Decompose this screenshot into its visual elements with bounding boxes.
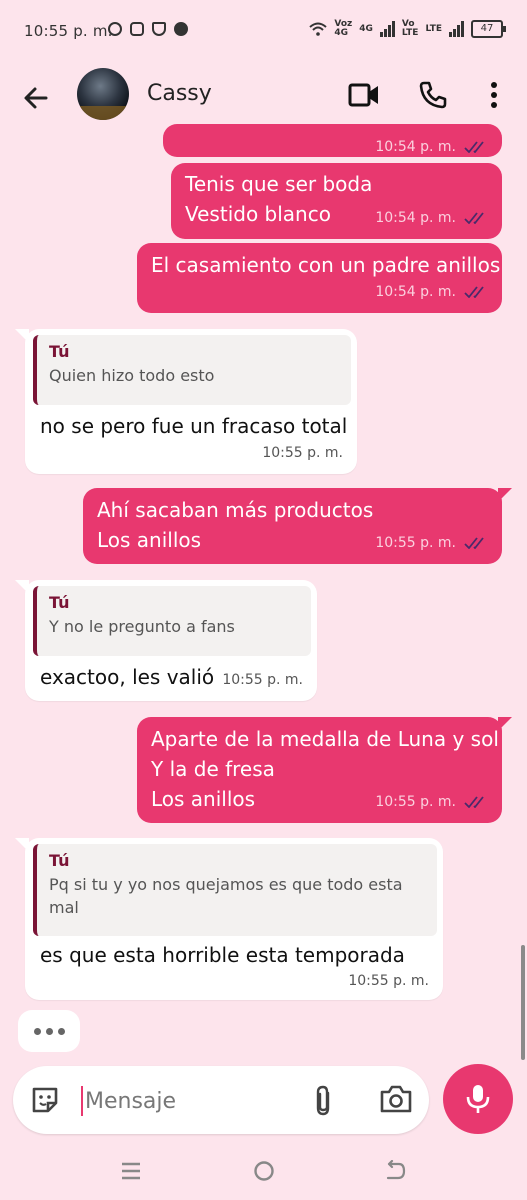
quote-text: mal <box>49 898 79 917</box>
microphone-button[interactable] <box>443 1064 513 1134</box>
whatsapp-icon <box>108 22 122 36</box>
notification-icons <box>108 22 188 36</box>
message-bubble-incoming[interactable]: Tú Quien hizo todo esto no se pero fue u… <box>15 329 357 474</box>
message-bubble-outgoing[interactable]: 10:54 p. m. <box>163 124 502 157</box>
network-voz-4g: Voz 4G <box>334 19 353 38</box>
quote-author: Tú <box>49 851 70 870</box>
message-meta: 10:54 p. m. <box>375 277 488 307</box>
system-nav-bar <box>0 1140 527 1200</box>
quote-text: Quien hizo todo esto <box>49 366 215 385</box>
double-check-icon <box>464 141 484 153</box>
recent-apps-icon[interactable] <box>120 1160 142 1182</box>
facebook-icon <box>174 22 188 36</box>
double-check-icon <box>464 212 484 224</box>
signal-icon-2 <box>449 21 464 37</box>
instagram-icon <box>130 22 144 36</box>
back-nav-icon[interactable] <box>384 1160 406 1182</box>
shield-icon <box>152 22 166 36</box>
message-bubble-outgoing[interactable]: Aparte de la medalla de Luna y sol Y la … <box>137 717 512 823</box>
network-4g: 4G <box>359 23 373 34</box>
network-vo-lte: Vo LTE <box>401 19 419 38</box>
double-check-icon <box>464 537 484 549</box>
sticker-icon[interactable] <box>29 1084 61 1116</box>
contact-name[interactable]: Cassy <box>147 81 212 106</box>
message-meta: 10:55 p. m. <box>222 672 303 688</box>
paperclip-icon[interactable] <box>311 1084 337 1118</box>
message-composer <box>13 1066 429 1134</box>
message-input[interactable] <box>83 1078 287 1124</box>
quote-text: Y no le pregunto a fans <box>49 617 235 636</box>
message-bubble-incoming[interactable]: Tú Y no le pregunto a fans exactoo, les … <box>15 580 317 701</box>
message-bubble-incoming[interactable]: Tú Pq si tu y yo nos quejamos es que tod… <box>15 838 443 1000</box>
message-bubble-outgoing[interactable]: Ahí sacaban más productos Los anillos 10… <box>83 488 512 564</box>
message-meta: 10:54 p. m. <box>375 132 488 162</box>
status-indicators: Voz 4G 4G Vo LTE LTE 47 <box>309 19 506 38</box>
more-vertical-icon[interactable] <box>486 80 502 110</box>
camera-icon[interactable] <box>379 1084 413 1114</box>
home-icon[interactable] <box>253 1160 275 1182</box>
message-meta: 10:55 p. m. <box>348 973 429 989</box>
message-bubble-outgoing[interactable]: Tenis que ser boda Vestido blanco 10:54 … <box>171 163 502 239</box>
quote-text: Pq si tu y yo nos quejamos es que todo e… <box>49 875 403 894</box>
quote-author: Tú <box>49 593 70 612</box>
wifi-icon <box>309 22 328 36</box>
avatar[interactable] <box>77 68 129 120</box>
quoted-message[interactable]: Tú Pq si tu y yo nos quejamos es que tod… <box>33 844 437 936</box>
status-time: 10:55 p. m. <box>24 22 113 40</box>
message-bubble-outgoing[interactable]: El casamiento con un padre anillos 10:54… <box>137 243 502 313</box>
status-bar: 10:55 p. m. Voz 4G 4G Vo LTE LTE 47 <box>0 0 527 64</box>
quoted-message[interactable]: Tú Quien hizo todo esto <box>33 335 351 405</box>
quoted-message[interactable]: Tú Y no le pregunto a fans <box>33 586 311 656</box>
network-lte: LTE <box>425 23 442 34</box>
message-text: no se pero fue un fracaso total <box>40 414 348 438</box>
double-check-icon <box>464 286 484 298</box>
message-meta: 10:55 p. m. <box>262 445 343 461</box>
phone-icon[interactable] <box>418 80 448 110</box>
typing-indicator <box>18 1010 80 1052</box>
scrollbar[interactable] <box>521 945 525 1060</box>
double-check-icon <box>464 796 484 808</box>
arrow-left-icon[interactable] <box>20 82 52 114</box>
message-text: exactoo, les valió <box>40 665 215 689</box>
signal-icon <box>379 21 395 37</box>
message-meta: 10:54 p. m. <box>375 203 488 233</box>
message-meta: 10:55 p. m. <box>375 787 488 817</box>
microphone-icon <box>466 1085 490 1113</box>
video-call-icon[interactable] <box>348 82 380 108</box>
battery-icon: 47 <box>471 20 506 38</box>
message-meta: 10:55 p. m. <box>375 528 488 558</box>
quote-author: Tú <box>49 342 70 361</box>
